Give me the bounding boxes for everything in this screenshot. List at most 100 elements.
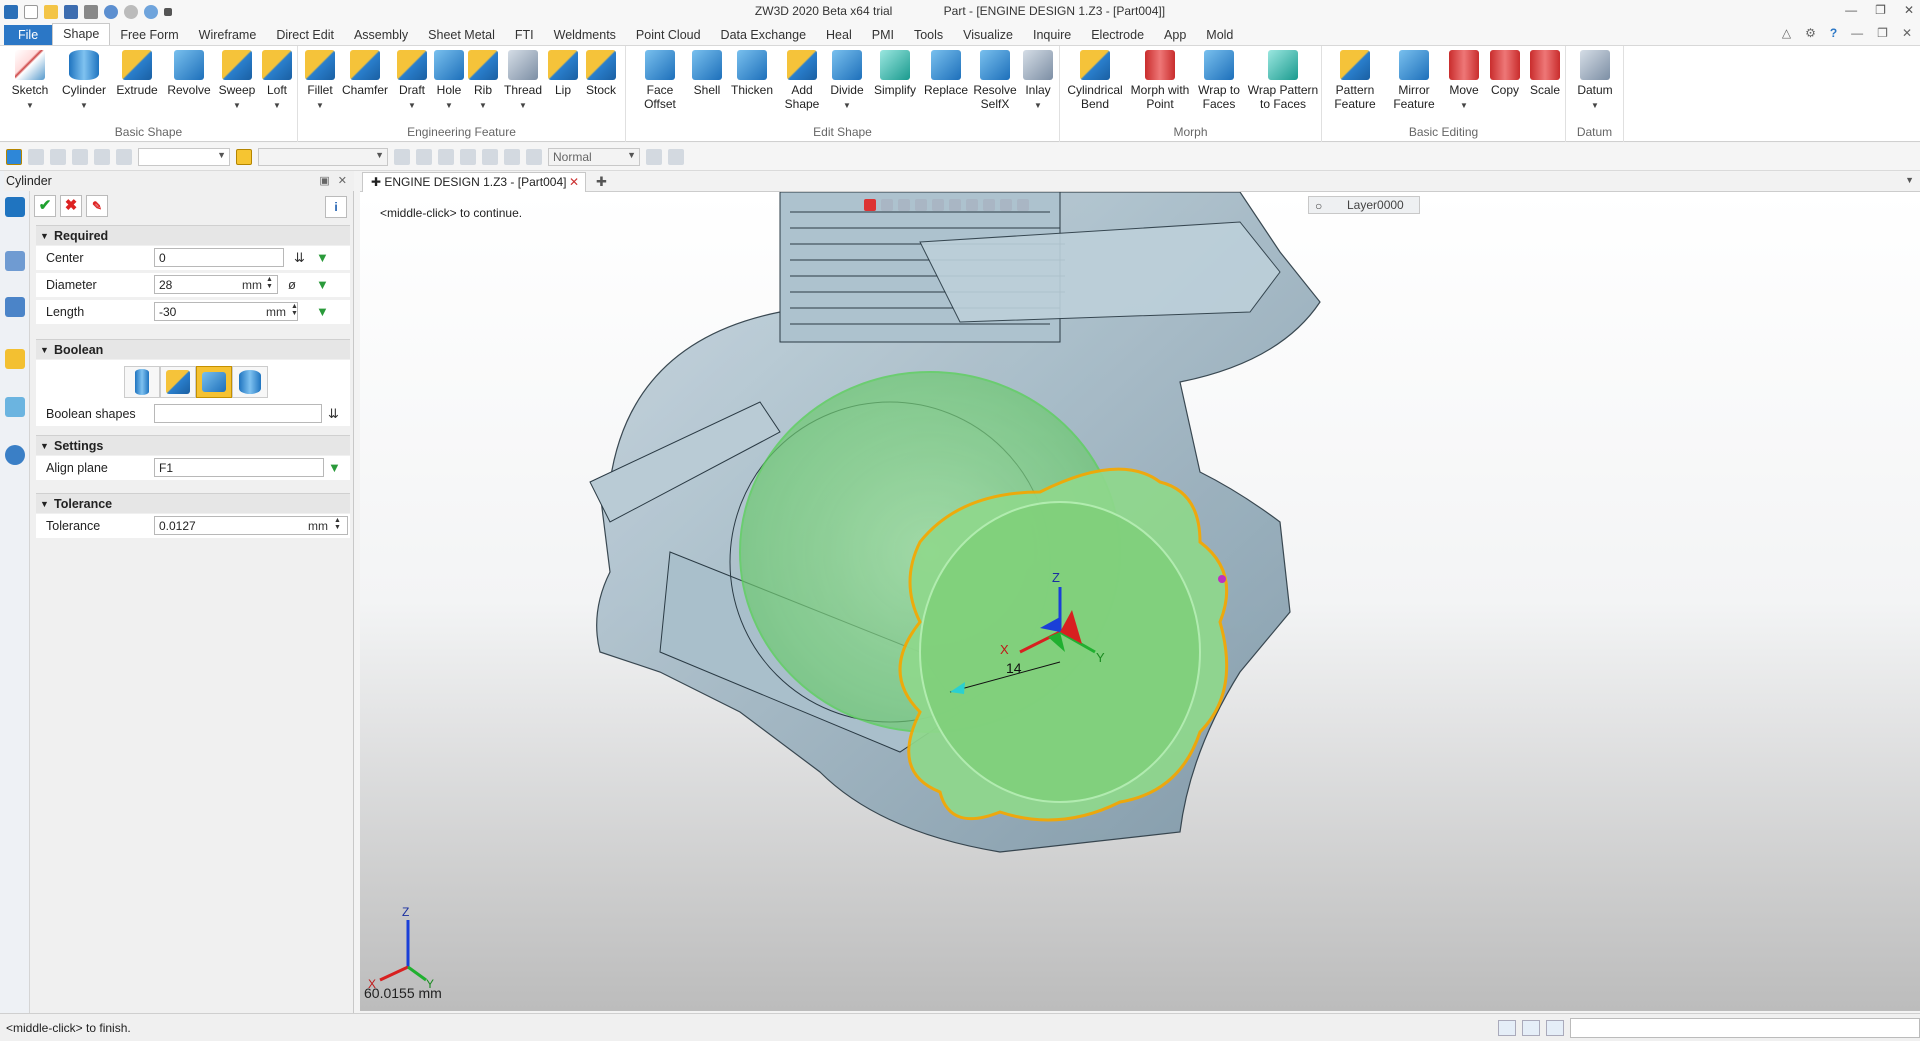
sketch-button[interactable]: Sketch ▼: [6, 50, 54, 113]
filter-icon[interactable]: [966, 199, 978, 211]
center-input[interactable]: 0: [154, 248, 284, 267]
boolean-remove-option[interactable]: [196, 366, 232, 398]
apply-button[interactable]: ✎: [86, 195, 108, 217]
tab-assembly[interactable]: Assembly: [344, 25, 418, 45]
window-close-icon[interactable]: ✕: [1902, 26, 1912, 40]
tab-sheet-metal[interactable]: Sheet Metal: [418, 25, 505, 45]
window-restore-icon[interactable]: ❐: [1877, 26, 1888, 40]
view-cube-icon[interactable]: [932, 199, 944, 211]
part-icon[interactable]: [5, 349, 25, 369]
section-boolean[interactable]: Boolean: [36, 339, 350, 360]
help-icon[interactable]: ?: [1830, 26, 1837, 40]
tab-menu-icon[interactable]: ▼: [1905, 175, 1914, 185]
render-icon[interactable]: [983, 199, 995, 211]
wrap-to-faces-button[interactable]: Wrap to Faces: [1194, 50, 1244, 111]
redo-icon[interactable]: [124, 5, 138, 19]
sweep-button[interactable]: Sweep ▼: [216, 50, 258, 113]
user-icon[interactable]: [5, 445, 25, 465]
save-icon[interactable]: [64, 5, 78, 19]
tab-tools[interactable]: Tools: [904, 25, 953, 45]
boolean-add-option[interactable]: [160, 366, 196, 398]
file-menu[interactable]: File: [4, 25, 53, 45]
pattern-feature-button[interactable]: Pattern Feature: [1326, 50, 1384, 111]
shading-icon[interactable]: [915, 199, 927, 211]
diameter-spinner[interactable]: ▲ ▼: [266, 276, 273, 290]
chamfer-button[interactable]: Chamfer: [340, 50, 390, 97]
app-logo-icon[interactable]: [4, 5, 18, 19]
new-tab-icon[interactable]: ✚: [596, 174, 607, 190]
layer-combo[interactable]: ○ Layer0000: [1308, 196, 1420, 214]
ruler-icon[interactable]: [116, 148, 132, 165]
mode-combo[interactable]: Normal ▼: [548, 147, 640, 166]
boolean-intersect-option[interactable]: [232, 366, 268, 398]
section-required[interactable]: Required: [36, 225, 350, 246]
loft-button[interactable]: Loft ▼: [260, 50, 294, 113]
tab-free-form[interactable]: Free Form: [110, 25, 188, 45]
thread-button[interactable]: Thread ▼: [502, 50, 544, 113]
move-button[interactable]: Move ▼: [1444, 50, 1484, 113]
lip-button[interactable]: Lip: [548, 50, 578, 97]
pin-ribbon-icon[interactable]: △: [1782, 26, 1791, 40]
section-icon[interactable]: [949, 199, 961, 211]
tolerance-spinner[interactable]: ▲ ▼: [334, 517, 341, 531]
draft-button[interactable]: Draft ▼: [394, 50, 430, 113]
boolean-expand-icon[interactable]: ⇊: [328, 406, 339, 422]
tab-visualize[interactable]: Visualize: [953, 25, 1023, 45]
tab-direct-edit[interactable]: Direct Edit: [266, 25, 344, 45]
resolve-selfx-button[interactable]: Resolve SelfX: [972, 50, 1018, 111]
pick-mode-icon[interactable]: [6, 148, 22, 165]
status-input-box[interactable]: [1570, 1018, 1920, 1038]
tab-heal[interactable]: Heal: [816, 25, 862, 45]
fillet-button[interactable]: Fillet ▼: [302, 50, 338, 113]
pick-point-icon[interactable]: ▼: [316, 250, 329, 265]
boolean-base-option[interactable]: [124, 366, 160, 398]
length-spinner[interactable]: ▲ ▼: [291, 303, 298, 317]
simplify-button[interactable]: Simplify: [870, 50, 920, 97]
copy-button[interactable]: Copy: [1486, 50, 1524, 97]
length-pick-icon[interactable]: ▼: [316, 304, 329, 319]
align-plane-pick-icon[interactable]: ▼: [328, 460, 341, 475]
cancel-button[interactable]: ✖: [60, 195, 82, 217]
hole-button[interactable]: Hole ▼: [432, 50, 466, 113]
tab-close-icon[interactable]: ✕: [569, 173, 579, 192]
boolean-shapes-input[interactable]: [154, 404, 322, 423]
morph-with-point-button[interactable]: Morph with Point: [1128, 50, 1192, 111]
thicken-button[interactable]: Thicken: [728, 50, 776, 97]
tab-electrode[interactable]: Electrode: [1081, 25, 1154, 45]
assembly-tree-icon[interactable]: [5, 297, 25, 317]
line-filter-icon[interactable]: [50, 148, 66, 165]
tab-point-cloud[interactable]: Point Cloud: [626, 25, 711, 45]
diameter-symbol-icon[interactable]: ø: [288, 277, 296, 292]
scale-button[interactable]: Scale: [1526, 50, 1564, 97]
mirror-feature-button[interactable]: Mirror Feature: [1386, 50, 1442, 111]
settings-gear-icon[interactable]: ⚙: [1805, 26, 1816, 40]
rib-button[interactable]: Rib ▼: [468, 50, 498, 113]
refresh-icon[interactable]: [144, 5, 158, 19]
tab-weldments[interactable]: Weldments: [544, 25, 626, 45]
status-view-icon-2[interactable]: [1522, 1020, 1540, 1036]
tab-inquire[interactable]: Inquire: [1023, 25, 1081, 45]
color-icon[interactable]: [1000, 199, 1012, 211]
image-library-icon[interactable]: [5, 397, 25, 417]
history-tree-icon[interactable]: [5, 251, 25, 271]
tab-data-exchange[interactable]: Data Exchange: [711, 25, 816, 45]
cylindrical-bend-button[interactable]: Cylindrical Bend: [1064, 50, 1126, 111]
print-icon[interactable]: [84, 5, 98, 19]
wrap-pattern-to-faces-button[interactable]: Wrap Pattern to Faces: [1246, 50, 1320, 111]
replace-button[interactable]: Replace: [922, 50, 970, 97]
face-offset-button[interactable]: Face Offset: [634, 50, 686, 111]
customize-qat-icon[interactable]: [164, 8, 172, 16]
document-tab[interactable]: ✚ ENGINE DESIGN 1.Z3 - [Part004] ✕: [362, 172, 586, 192]
divide-button[interactable]: Divide ▼: [826, 50, 868, 113]
tab-app[interactable]: App: [1154, 25, 1196, 45]
extrude-button[interactable]: Extrude: [112, 50, 162, 97]
tab-mold[interactable]: Mold: [1196, 25, 1243, 45]
ok-button[interactable]: ✔: [34, 195, 56, 217]
add-shape-button[interactable]: Add Shape: [780, 50, 824, 111]
panel-pin-icon[interactable]: ▣: [319, 174, 329, 187]
filter-combo[interactable]: ▼: [138, 147, 230, 166]
diameter-pick-icon[interactable]: ▼: [316, 277, 329, 292]
secondary-filter-combo[interactable]: ▼: [258, 147, 388, 166]
inlay-button[interactable]: Inlay ▼: [1020, 50, 1056, 113]
datum-button[interactable]: Datum ▼: [1572, 50, 1618, 113]
